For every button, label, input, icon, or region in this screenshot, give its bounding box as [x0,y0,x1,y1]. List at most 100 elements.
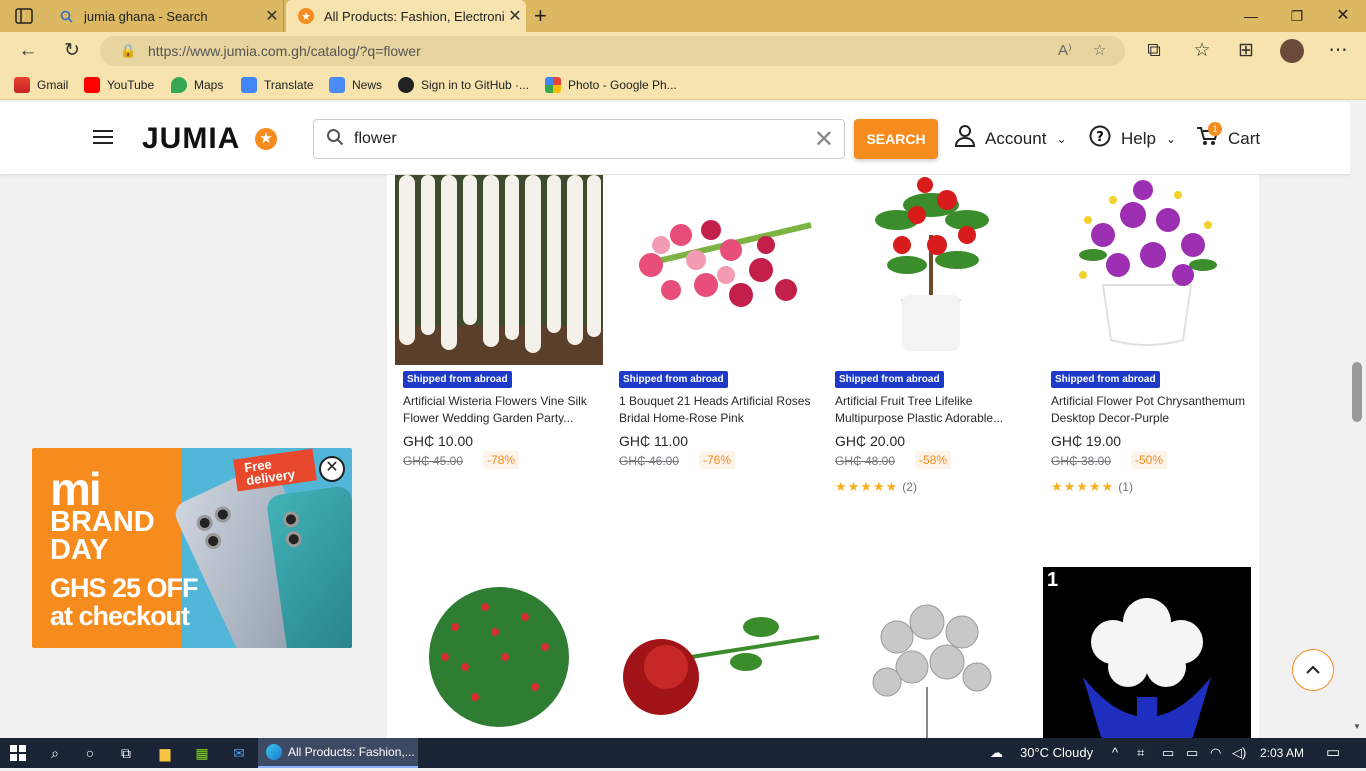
wifi-icon[interactable]: ◠ [1210,738,1221,768]
jumia-logo[interactable]: JUMIA [142,122,240,156]
jumia-star-icon[interactable]: ★ [255,128,277,150]
product-image[interactable]: 1 [1043,567,1251,738]
read-aloud-icon[interactable]: A⁾ [1058,41,1072,59]
chevron-down-icon: ⌄ [1165,132,1177,146]
tab-title: jumia ghana - Search [84,8,208,24]
mail-icon[interactable]: ✉ [229,738,249,768]
shipped-from-abroad-badge: Shipped from abroad [619,371,728,388]
close-tab-icon[interactable]: ✕ [261,6,283,26]
notifications-icon[interactable]: ▭ [1326,738,1340,768]
help-icon: ? [1089,125,1111,153]
bookmark-news[interactable]: News [329,76,382,94]
bookmark-gmail[interactable]: Gmail [14,76,68,94]
bookmark-translate[interactable]: Translate [241,76,314,94]
store-icon[interactable]: ▦ [192,738,212,768]
star-rating-icons: ★★★★★ [1051,479,1115,494]
chevron-up-icon[interactable]: ^ [1112,738,1118,768]
product-image[interactable] [395,567,603,738]
scroll-down-arrow-icon[interactable]: ▼ [1353,722,1361,731]
account-menu[interactable]: Account ⌄ [954,124,1067,154]
browser-tab-bar: jumia ghana - Search ✕ ★ All Products: F… [0,0,1366,32]
product-name[interactable]: Artificial Flower Pot Chrysanthemum Desk… [1051,393,1247,427]
device-icon[interactable]: ⌗ [1137,738,1144,768]
close-window-icon[interactable]: ✕ [1320,0,1366,32]
product-name[interactable]: Artificial Fruit Tree Lifelike Multipurp… [835,393,1031,427]
promo-banner[interactable]: mi BRAND DAY GHS 25 OFF at checkout Free… [32,448,352,648]
site-header: JUMIA ★ ✕ SEARCH Account ⌄ ? Help ⌄ Cart [0,102,1366,174]
product-old-price: GH₵ 48.00 [835,454,896,468]
close-ad-icon[interactable]: ✕ [319,456,345,482]
weather-icon[interactable]: ☁ [990,738,1003,768]
offer-line-1: GHS 25 OFF [50,573,199,603]
product-price: GH₵ 20.00 [835,433,906,449]
network-icon[interactable]: ▭ [1162,738,1174,768]
shipped-from-abroad-badge: Shipped from abroad [403,371,512,388]
more-menu-icon[interactable]: ⋯ [1326,40,1350,62]
product-image[interactable] [827,175,1035,365]
camera-lens [212,503,234,526]
scroll-to-top-button[interactable] [1292,649,1334,691]
tab-search[interactable]: jumia ghana - Search ✕ [46,0,284,32]
search-button[interactable]: SEARCH [854,119,938,159]
bookmark-github[interactable]: Sign in to GitHub ·... [398,76,529,94]
cortana-icon[interactable]: ○ [80,738,100,768]
youtube-icon [84,77,100,93]
tab-jumia[interactable]: ★ All Products: Fashion, Electronics ✕ [286,0,526,32]
camera-lens [281,510,301,529]
close-tab-icon[interactable]: ✕ [504,6,526,26]
help-label: Help [1121,129,1156,148]
collections-icon[interactable]: ⊞ [1234,40,1258,62]
favorites-icon[interactable]: ☆ [1190,40,1214,62]
vertical-scrollbar[interactable]: ▼ [1350,102,1366,738]
restore-icon[interactable]: ❐ [1274,0,1320,32]
weather-text[interactable]: 30°C Cloudy [1020,738,1093,768]
search-input[interactable] [354,128,794,150]
product-name[interactable]: 1 Bouquet 21 Heads Artificial Roses Brid… [619,393,815,427]
windows-start-icon[interactable] [8,738,28,768]
minimize-icon[interactable]: — [1228,0,1274,32]
task-view-icon[interactable]: ⧉ [116,738,136,768]
star-rating-icons: ★★★★★ [835,479,899,494]
search-icon[interactable]: ⌕ [44,738,66,768]
product-name[interactable]: Artificial Wisteria Flowers Vine Silk Fl… [403,393,599,427]
new-tab-icon[interactable]: + [534,3,547,29]
product-image[interactable] [1043,175,1251,365]
bookmark-label: Gmail [37,78,69,92]
bookmark-label: Sign in to GitHub ·... [421,78,530,92]
bookmark-youtube[interactable]: YouTube [84,76,154,94]
volume-icon[interactable]: ◁) [1232,738,1246,768]
back-icon[interactable]: ← [16,40,40,62]
news-icon [329,77,345,93]
clear-search-icon[interactable]: ✕ [814,125,834,154]
file-explorer-icon[interactable]: ▆ [154,738,176,768]
cart-link[interactable]: Cart [1196,124,1260,154]
refresh-icon[interactable]: ↻ [60,40,84,62]
clock[interactable]: 2:03 AM [1260,738,1304,768]
profile-avatar[interactable] [1280,39,1304,63]
extensions-icon[interactable]: ⧉ [1142,40,1166,62]
scrollbar-thumb[interactable] [1352,362,1362,422]
tab-title: All Products: Fashion, Electronics [324,8,504,24]
product-image[interactable] [611,567,819,738]
url-text: https://www.jumia.com.gh/catalog/?q=flow… [148,43,421,59]
taskbar-edge-app[interactable]: All Products: Fashion,... [258,738,418,768]
battery-icon[interactable]: ▭ [1186,738,1198,768]
help-menu[interactable]: ? Help ⌄ [1089,124,1176,154]
hamburger-menu-icon[interactable] [93,130,113,144]
product-image[interactable] [827,567,1035,738]
bookmark-maps[interactable]: Maps [171,76,223,94]
taskbar-app-label: All Products: Fashion,... [288,745,415,759]
discount-badge: -76% [699,451,736,469]
url-bar[interactable]: 🔒 https://www.jumia.com.gh/catalog/?q=fl… [100,36,1125,66]
product-image[interactable] [611,175,819,365]
product-old-price: GH₵ 45.00 [403,454,464,468]
bookmark-label: YouTube [107,78,155,92]
favorite-add-icon[interactable]: ☆ [1093,41,1106,59]
product-image[interactable] [395,175,603,365]
camera-lens [284,530,303,549]
search-icon [58,8,74,24]
translate-icon [241,77,257,93]
search-icon [326,128,344,151]
tab-actions-icon[interactable] [10,6,38,26]
bookmark-photos[interactable]: Photo - Google Ph... [545,76,677,94]
